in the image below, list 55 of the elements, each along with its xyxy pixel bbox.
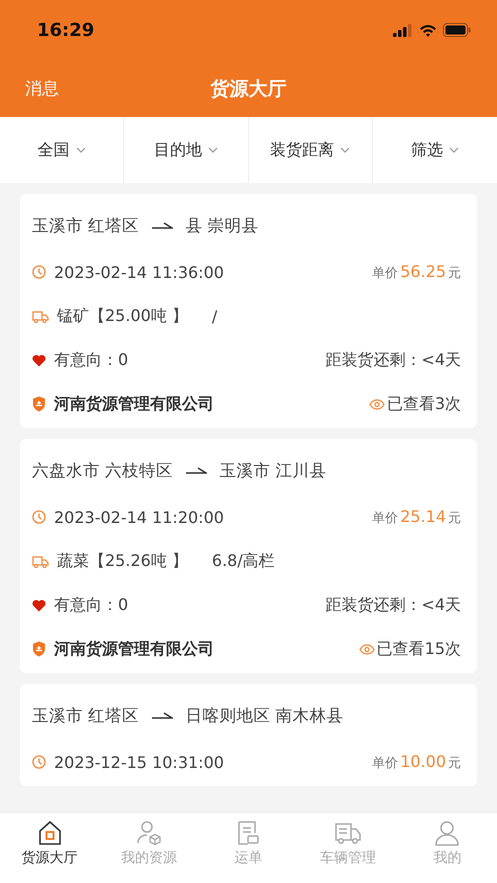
truck-icon: [32, 310, 49, 322]
view-count: 已查看3次: [386, 394, 461, 414]
company-name: 河南货源管理有限公司: [54, 394, 214, 414]
destination-text: 日喀则地区 南木林县: [185, 705, 344, 727]
interest-count: 有意向：0: [54, 350, 128, 370]
chevron-down-icon: [76, 147, 86, 153]
cargo-text: 锰矿【25.00吨 】: [57, 306, 188, 326]
pickup-time: 2023-12-15 10:31:00: [54, 752, 224, 772]
price-unit: 元: [448, 510, 461, 527]
truck-icon: [32, 554, 49, 568]
price-value: 56.25: [400, 262, 446, 281]
status-time: 16:29: [37, 20, 94, 40]
signal-icon: [393, 24, 413, 36]
pickup-time: 2023-02-14 11:20:00: [54, 508, 224, 526]
price-unit: 元: [448, 755, 461, 772]
destination-text: 县 崇明县: [185, 215, 258, 237]
clock-icon: [32, 755, 46, 769]
shield-badge-icon: [32, 641, 46, 657]
remaining-days: 距装货还剩：<4天: [325, 350, 461, 370]
battery-icon: [443, 23, 471, 37]
view-count: 已查看15次: [376, 638, 461, 660]
price-label: 单价: [372, 510, 398, 527]
eye-icon: [368, 398, 385, 410]
company-name: 河南货源管理有限公司: [54, 638, 214, 660]
heart-icon: [32, 598, 46, 612]
clock-icon: [32, 510, 46, 524]
price-label: 单价: [372, 755, 398, 772]
price-unit: 元: [448, 265, 461, 282]
origin-text: 玉溪市 红塔区: [32, 705, 140, 727]
vehicle-text: /: [212, 306, 218, 326]
page-title: 货源大厅: [210, 76, 286, 102]
price-label: 单价: [372, 265, 398, 282]
shield-badge-icon: [32, 396, 46, 412]
origin-text: 玉溪市 红塔区: [32, 215, 140, 237]
vehicle-text: 6.8/高栏: [212, 550, 275, 572]
cargo-text: 蔬菜【25.26吨 】: [57, 550, 188, 572]
clock-icon: [32, 265, 46, 279]
chevron-down-icon: [448, 147, 459, 153]
cargo-card[interactable]: 玉溪市 红塔区 县 崇明县 2023-02-14 11:36:00 单价 56.25 元 锰矿【25.00吨 】 / 有意向：0 距装货还剩：<4天 河南货源管理有限公司 已查看3次: [20, 194, 477, 428]
price-value: 25.14: [400, 507, 446, 526]
pickup-time: 2023-02-14 11:36:00: [54, 262, 224, 282]
price-value: 10.00: [400, 752, 446, 771]
eye-icon: [358, 644, 375, 654]
person-box-icon: [135, 819, 164, 847]
wifi-icon: [419, 24, 437, 36]
interest-count: 有意向：0: [54, 594, 128, 616]
person-icon: [433, 819, 462, 847]
chevron-down-icon: [340, 147, 350, 153]
destination-text: 玉溪市 江川县: [219, 460, 326, 482]
cargo-card[interactable]: 六盘水市 六枝特区 玉溪市 江川县 2023-02-14 11:20:00 单价 25.14 元 蔬菜【25.26吨 】 6.8/高栏 有意向：0 距装货还剩：<4天 河南货源管理有限公司 已查看15次: [20, 439, 477, 673]
chevron-down-icon: [208, 147, 218, 153]
remaining-days: 距装货还剩：<4天: [325, 594, 461, 616]
cargo-card[interactable]: 玉溪市 红塔区 日喀则地区 南木林县 2023-12-15 10:31:00 单价 10.00 元: [20, 684, 477, 786]
heart-icon: [32, 354, 46, 366]
origin-text: 六盘水市 六枝特区: [32, 460, 174, 482]
